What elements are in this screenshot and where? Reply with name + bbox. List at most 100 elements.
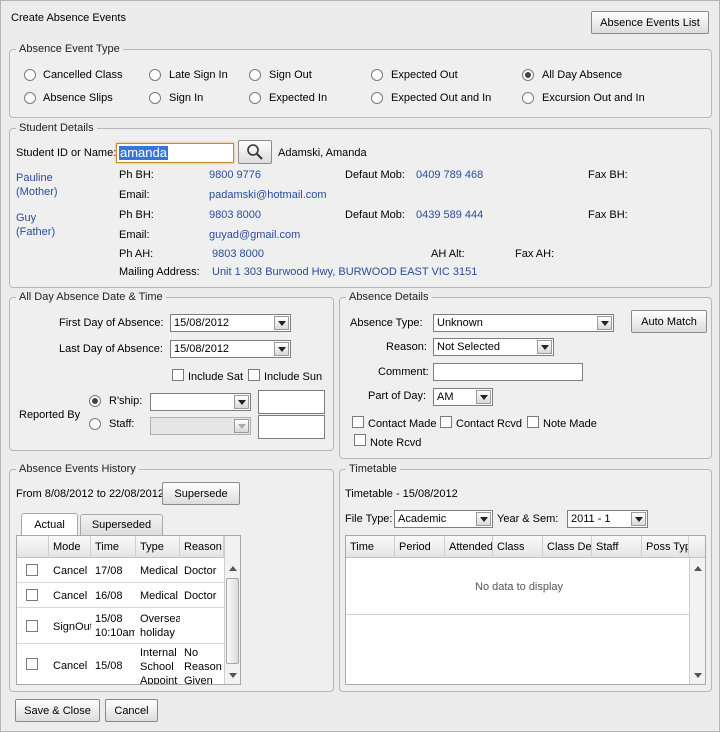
- table-row[interactable]: Cancel 16/08 Medical Doctor: [17, 583, 224, 608]
- cancel-button[interactable]: Cancel: [105, 699, 158, 722]
- chevron-down-icon: [274, 342, 289, 356]
- scroll-up-icon[interactable]: [690, 562, 705, 576]
- include-sat-checkbox[interactable]: [172, 369, 184, 381]
- radio-expected-out-and-in[interactable]: [371, 92, 383, 104]
- staff-name-input[interactable]: [258, 415, 325, 439]
- radio-sign-in[interactable]: [149, 92, 161, 104]
- year-sem-label: Year & Sem:: [497, 513, 559, 525]
- chevron-down-icon: [234, 395, 249, 409]
- radio-late-sign-in[interactable]: [149, 69, 161, 81]
- timetable-grid-header: Time Period Attended Class Class Desc St…: [346, 536, 705, 558]
- radio-rship[interactable]: [89, 395, 101, 407]
- contact-2-name[interactable]: Guy: [16, 212, 36, 224]
- note-made-checkbox[interactable]: [527, 416, 539, 428]
- contact-2-email-label: Email:: [119, 229, 150, 241]
- student-search-button[interactable]: [238, 140, 272, 164]
- note-rcvd-checkbox[interactable]: [354, 434, 366, 446]
- row-time: 15/08 10:10am: [95, 613, 135, 639]
- row-checkbox[interactable]: [26, 620, 38, 632]
- radio-expected-out[interactable]: [371, 69, 383, 81]
- timetable-col-staff[interactable]: Staff: [592, 536, 642, 558]
- history-col-time[interactable]: Time: [91, 536, 136, 558]
- student-id-input[interactable]: amanda: [116, 143, 234, 163]
- last-day-label: Last Day of Absence:: [59, 343, 163, 355]
- last-day-select[interactable]: 15/08/2012: [170, 340, 291, 358]
- history-range: From 8/08/2012 to 22/08/2012: [16, 488, 164, 500]
- radio-excursion-out-and-in[interactable]: [522, 92, 534, 104]
- contact-2-mob: 0439 589 444: [416, 209, 484, 221]
- comment-input[interactable]: [433, 363, 583, 381]
- timetable-col-attended[interactable]: Attended: [445, 536, 493, 558]
- contact-2-email[interactable]: guyad@gmail.com: [209, 229, 300, 241]
- absence-events-list-button[interactable]: Absence Events List: [591, 11, 709, 34]
- row-checkbox[interactable]: [26, 658, 38, 670]
- radio-expected-in[interactable]: [249, 92, 261, 104]
- absence-details-legend: Absence Details: [349, 291, 429, 303]
- reason-select[interactable]: Not Selected: [433, 338, 554, 356]
- timetable-scrollbar[interactable]: [689, 558, 705, 684]
- history-col-reason[interactable]: Reason: [180, 536, 224, 558]
- note-made-label: Note Made: [543, 418, 597, 430]
- reason-value: Not Selected: [437, 341, 500, 353]
- scroll-thumb[interactable]: [226, 578, 239, 664]
- first-day-select[interactable]: 15/08/2012: [170, 314, 291, 332]
- row-checkbox[interactable]: [26, 589, 38, 601]
- table-row[interactable]: Cancel 15/08 Internal School Appoint No …: [17, 644, 224, 684]
- scroll-down-icon[interactable]: [690, 668, 705, 682]
- radio-staff[interactable]: [89, 418, 101, 430]
- absence-type-value: Unknown: [437, 317, 483, 329]
- save-close-button[interactable]: Save & Close: [15, 699, 100, 722]
- table-row[interactable]: SignOut 15/08 10:10am Overseas holiday: [17, 608, 224, 644]
- radio-cancelled-class[interactable]: [24, 69, 36, 81]
- chevron-down-icon: [597, 316, 612, 330]
- row-reason: Doctor: [184, 590, 217, 602]
- history-col-mode[interactable]: Mode: [49, 536, 91, 558]
- auto-match-button[interactable]: Auto Match: [631, 310, 707, 333]
- absence-event-type-legend: Absence Event Type: [19, 43, 120, 55]
- absence-type-select[interactable]: Unknown: [433, 314, 614, 332]
- tab-superseded[interactable]: Superseded: [80, 514, 163, 535]
- timetable-col-class[interactable]: Class: [493, 536, 543, 558]
- radio-sign-out[interactable]: [249, 69, 261, 81]
- contact-1-fax-label: Fax BH:: [588, 169, 628, 181]
- create-absence-events-window: Create Absence Events Absence Events Lis…: [0, 0, 720, 732]
- file-type-label: File Type:: [345, 513, 393, 525]
- timetable-col-class-desc[interactable]: Class Desc: [543, 536, 592, 558]
- contact-1-ph-bh: 9800 9776: [209, 169, 261, 181]
- row-time: 16/08: [95, 590, 123, 602]
- scroll-up-icon[interactable]: [225, 562, 240, 576]
- contact-made-label: Contact Made: [368, 418, 437, 430]
- rship-select[interactable]: [150, 393, 251, 411]
- scroll-down-icon[interactable]: [225, 668, 240, 682]
- history-col-type[interactable]: Type: [136, 536, 180, 558]
- contact-made-checkbox[interactable]: [352, 416, 364, 428]
- timetable-col-poss-type[interactable]: Poss Type: [642, 536, 689, 558]
- mailing-address: Unit 1 303 Burwood Hwy, BURWOOD EAST VIC…: [212, 266, 478, 278]
- reason-label: Reason:: [386, 341, 427, 353]
- radio-all-day-absence[interactable]: [522, 69, 534, 81]
- part-of-day-select[interactable]: AM: [433, 388, 493, 406]
- history-select-column: [17, 536, 49, 558]
- history-scrollbar[interactable]: [224, 536, 240, 684]
- radio-late-sign-in-label: Late Sign In: [169, 69, 228, 81]
- timetable-col-period[interactable]: Period: [395, 536, 445, 558]
- file-type-select[interactable]: Academic: [394, 510, 493, 528]
- include-sun-checkbox[interactable]: [248, 369, 260, 381]
- contact-1-email[interactable]: padamski@hotmail.com: [209, 189, 327, 201]
- table-row[interactable]: Cancel 17/08 Medical Doctor: [17, 558, 224, 583]
- row-type: Medical: [140, 565, 178, 577]
- include-sat-label: Include Sat: [188, 371, 244, 383]
- contact-1-name[interactable]: Pauline: [16, 172, 53, 184]
- row-checkbox[interactable]: [26, 564, 38, 576]
- staff-select[interactable]: [150, 417, 251, 435]
- contact-rcvd-checkbox[interactable]: [440, 416, 452, 428]
- timetable-col-time[interactable]: Time: [346, 536, 395, 558]
- last-day-value: 15/08/2012: [174, 343, 230, 355]
- radio-absence-slips[interactable]: [24, 92, 36, 104]
- row-mode: Cancel: [53, 660, 88, 672]
- year-sem-select[interactable]: 2011 - 1: [567, 510, 648, 528]
- rship-name-input[interactable]: [258, 390, 325, 414]
- supersede-button[interactable]: Supersede: [162, 482, 240, 505]
- tab-actual[interactable]: Actual: [21, 513, 78, 535]
- include-sun-label: Include Sun: [264, 371, 323, 383]
